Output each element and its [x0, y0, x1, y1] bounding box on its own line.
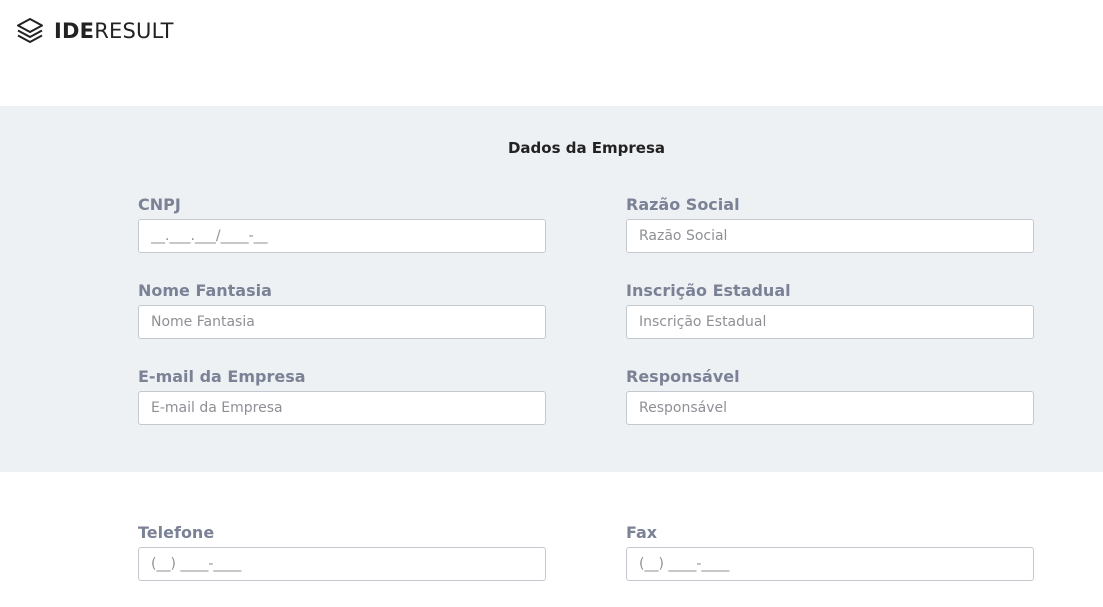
email-empresa-field-group: E-mail da Empresa	[138, 366, 546, 425]
section-title: Dados da Empresa	[507, 139, 666, 157]
cnpj-label: CNPJ	[138, 195, 181, 214]
fax-label: Fax	[626, 523, 658, 542]
layers-icon	[15, 16, 45, 46]
email-empresa-input[interactable]	[138, 391, 546, 425]
cnpj-field-group: CNPJ	[138, 194, 546, 253]
nome-fantasia-label: Nome Fantasia	[138, 281, 272, 300]
nome-fantasia-field-group: Nome Fantasia	[138, 280, 546, 339]
cnpj-input[interactable]	[138, 219, 546, 253]
fax-input[interactable]	[626, 547, 1034, 581]
fax-field-group: Fax	[626, 522, 1034, 581]
brand-logo[interactable]: IDERESULT	[15, 16, 174, 46]
nome-fantasia-input[interactable]	[138, 305, 546, 339]
razao-social-field-group: Razão Social	[626, 194, 1034, 253]
telefone-field-group: Telefone	[138, 522, 546, 581]
inscricao-estadual-input[interactable]	[626, 305, 1034, 339]
brand-name-light: RESULT	[94, 19, 174, 43]
brand-name: IDERESULT	[54, 16, 174, 46]
email-empresa-label: E-mail da Empresa	[138, 367, 306, 386]
telefone-input[interactable]	[138, 547, 546, 581]
responsavel-input[interactable]	[626, 391, 1034, 425]
razao-social-input[interactable]	[626, 219, 1034, 253]
inscricao-estadual-field-group: Inscrição Estadual	[626, 280, 1034, 339]
company-data-section: Dados da Empresa CNPJ Razão Social Nome …	[0, 106, 1103, 472]
responsavel-label: Responsável	[626, 367, 740, 386]
brand-name-bold: IDE	[54, 19, 95, 43]
telefone-label: Telefone	[138, 523, 215, 542]
inscricao-estadual-label: Inscrição Estadual	[626, 281, 791, 300]
top-bar: IDERESULT	[0, 0, 1103, 106]
responsavel-field-group: Responsável	[626, 366, 1034, 425]
razao-social-label: Razão Social	[626, 195, 740, 214]
